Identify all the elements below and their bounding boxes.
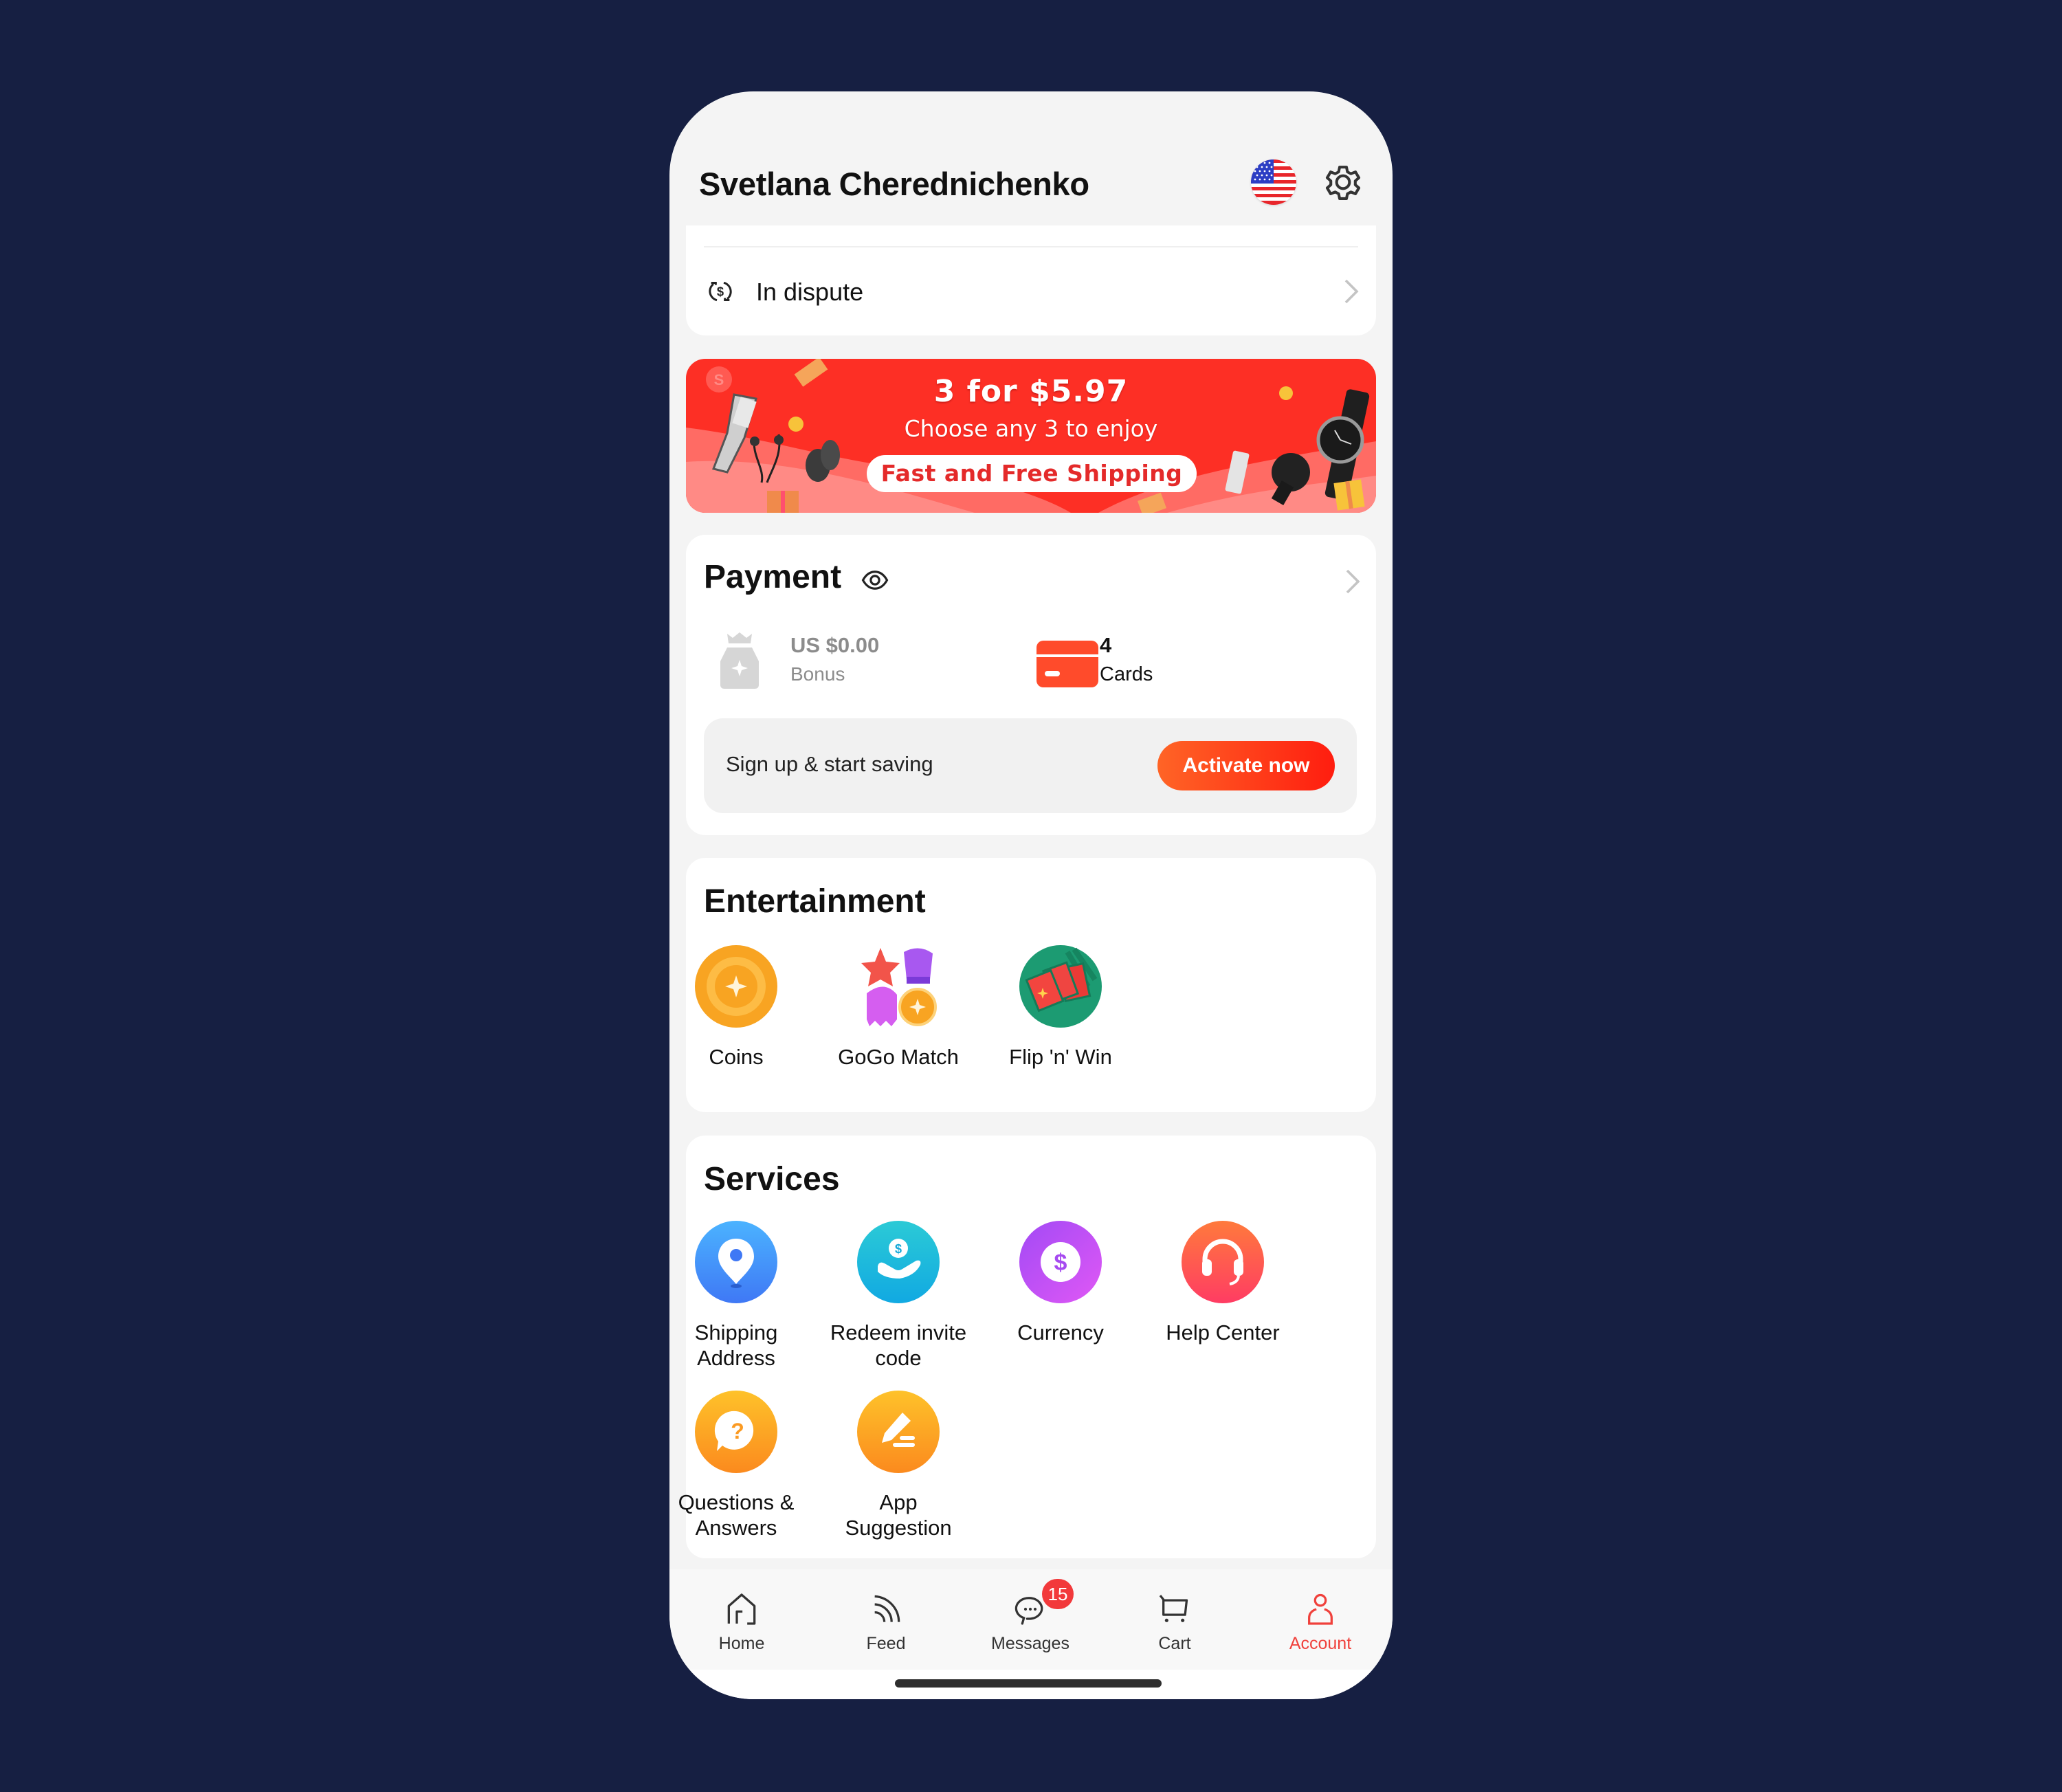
- svg-text:?: ?: [731, 1419, 744, 1443]
- in-dispute-label: In dispute: [756, 278, 864, 306]
- service-label: Help Center: [1166, 1320, 1280, 1345]
- dollar-icon: $: [1019, 1221, 1102, 1303]
- in-dispute-row[interactable]: $ In dispute: [686, 268, 1376, 315]
- signup-text: Sign up & start saving: [726, 752, 933, 776]
- entertainment-item-flip-n-win[interactable]: Flip 'n' Win: [979, 945, 1142, 1070]
- services-title: Services: [704, 1161, 840, 1197]
- service-label: Redeem invite code: [830, 1320, 967, 1370]
- svg-text:$: $: [1054, 1250, 1067, 1276]
- hand-coin-icon: $: [857, 1221, 940, 1303]
- tab-messages[interactable]: 15 Messages: [958, 1569, 1102, 1670]
- tab-label: Messages: [991, 1634, 1069, 1653]
- cards-count: 4: [1100, 633, 1112, 657]
- question-bubble-icon: ?: [695, 1391, 777, 1473]
- tab-label: Home: [718, 1634, 765, 1653]
- tab-account[interactable]: Account: [1248, 1569, 1393, 1670]
- service-item-questions-answers[interactable]: ? Questions & Answers: [669, 1391, 817, 1540]
- phone-screen: Svetlana Cherednichenko $ In dispute S 3…: [669, 91, 1393, 1699]
- credit-card-icon: [1036, 641, 1098, 687]
- entertainment-label: Coins: [709, 1045, 764, 1069]
- cards-label: Cards: [1100, 663, 1153, 685]
- service-item-redeem-invite-code[interactable]: $ Redeem invite code: [817, 1221, 979, 1371]
- entertainment-item-gogo-match[interactable]: GoGo Match: [817, 945, 979, 1070]
- banner-shipping-pill: Fast and Free Shipping: [867, 455, 1197, 492]
- entertainment-label: GoGo Match: [838, 1045, 959, 1069]
- services-card: Services Shipping Address $ Redeem invit…: [678, 1136, 1376, 1558]
- divider: [704, 246, 1358, 247]
- signup-promo: Sign up & start saving Activate now: [704, 718, 1357, 813]
- entertainment-label: Flip 'n' Win: [1009, 1045, 1112, 1069]
- bonus-amount: US $0.00: [790, 633, 880, 657]
- headset-icon: [1182, 1221, 1264, 1303]
- banner-subtitle: Choose any 3 to enjoy: [904, 415, 1158, 442]
- tab-home[interactable]: Home: [669, 1569, 814, 1670]
- chevron-right-icon: [1344, 279, 1359, 304]
- flip-cards-icon: [1019, 945, 1102, 1028]
- orders-card: $ In dispute: [686, 225, 1376, 335]
- location-pin-icon: [695, 1221, 777, 1303]
- tab-label: Cart: [1158, 1634, 1191, 1653]
- dispute-refund-icon: $: [709, 281, 732, 302]
- messages-badge: 15: [1042, 1579, 1074, 1609]
- service-item-currency[interactable]: $ Currency: [979, 1221, 1142, 1345]
- chevron-right-icon[interactable]: [1344, 568, 1362, 595]
- tab-cart[interactable]: Cart: [1102, 1569, 1247, 1670]
- settings-button[interactable]: [1319, 158, 1367, 206]
- payment-title[interactable]: Payment: [704, 558, 841, 596]
- tab-label: Account: [1289, 1634, 1352, 1653]
- tab-feed[interactable]: Feed: [814, 1569, 958, 1670]
- bottom-tab-bar: Home Feed 15 Messages Cart Account: [669, 1569, 1393, 1670]
- service-item-app-suggestion[interactable]: App Suggestion: [817, 1391, 979, 1540]
- gear-icon: [1325, 166, 1361, 200]
- coin-icon: [695, 945, 777, 1028]
- us-flag-icon[interactable]: [1251, 159, 1296, 205]
- service-item-shipping-address[interactable]: Shipping Address: [669, 1221, 817, 1371]
- service-label: Shipping Address: [694, 1320, 778, 1370]
- svg-text:$: $: [717, 285, 724, 299]
- home-indicator[interactable]: [895, 1679, 1162, 1688]
- service-label: App Suggestion: [845, 1490, 952, 1540]
- home-icon: [727, 1593, 756, 1625]
- entertainment-item-coins[interactable]: Coins: [669, 945, 817, 1070]
- entertainment-card: Entertainment Coins GoGo Match Flip 'n' …: [686, 858, 1376, 1112]
- cart-icon: [1159, 1595, 1188, 1622]
- user-name: Svetlana Cherednichenko: [699, 166, 1089, 202]
- gogo-match-icon: [861, 948, 937, 1026]
- service-label: Questions & Answers: [678, 1490, 795, 1540]
- account-header: Svetlana Cherednichenko: [669, 91, 1393, 225]
- entertainment-title: Entertainment: [704, 883, 926, 920]
- tab-label: Feed: [866, 1634, 906, 1653]
- bonus-bag-icon: [720, 632, 759, 689]
- activate-now-button[interactable]: Activate now: [1157, 741, 1335, 790]
- service-label: Currency: [1017, 1320, 1104, 1345]
- banner-title: 3 for $5.97: [933, 374, 1129, 409]
- bonus-label: Bonus: [790, 663, 845, 685]
- svg-text:$: $: [895, 1242, 902, 1256]
- payment-card: Payment US $0.00 Bonus 4 Cards Sign up &…: [686, 535, 1376, 835]
- eye-icon[interactable]: [861, 566, 889, 595]
- promo-banner[interactable]: S 3 for $5.97 Choose any 3 to enjoy Fast…: [686, 359, 1376, 513]
- account-icon: [1308, 1593, 1333, 1625]
- service-item-help-center[interactable]: Help Center: [1142, 1221, 1304, 1345]
- edit-pen-icon: [857, 1391, 940, 1473]
- feed-icon: [874, 1595, 900, 1622]
